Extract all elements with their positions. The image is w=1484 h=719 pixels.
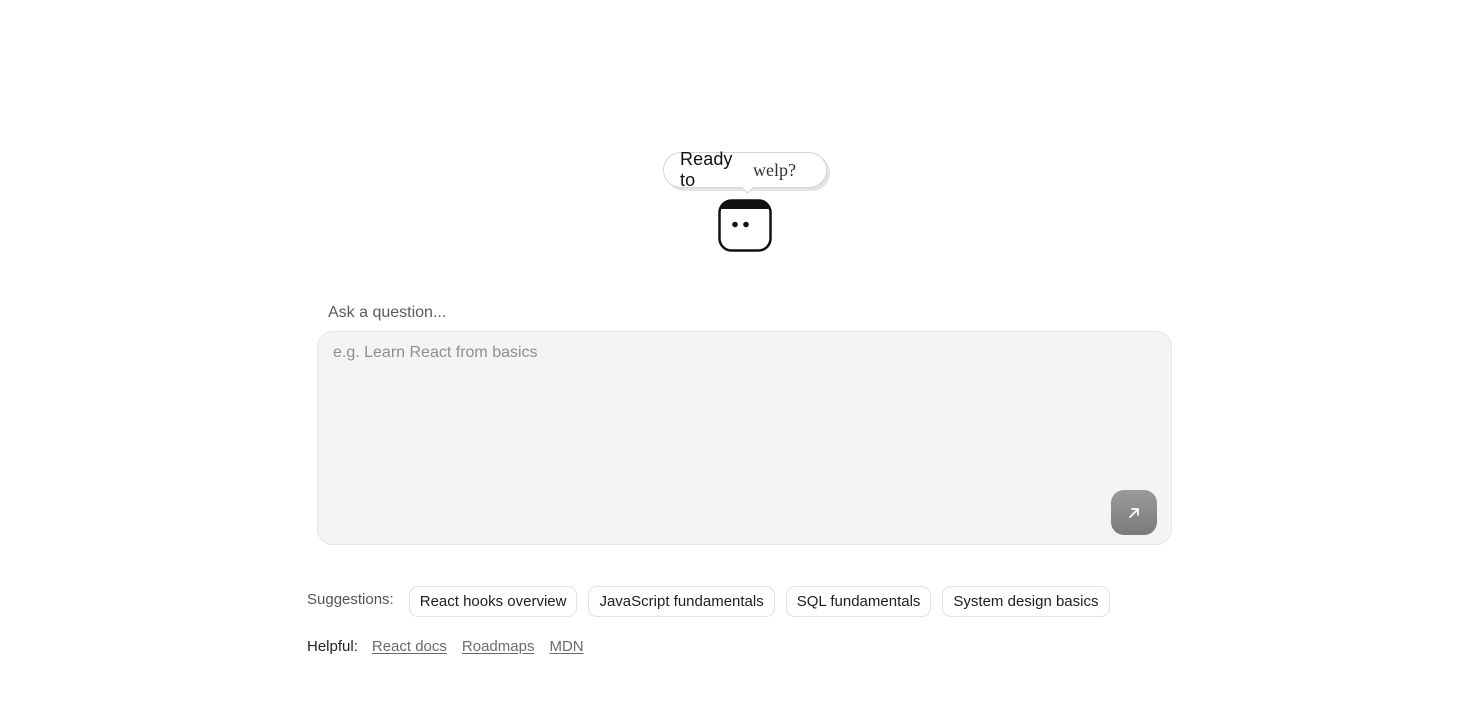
suggestion-chip-react-hooks[interactable]: React hooks overview	[408, 586, 578, 617]
page: Ready to welp? Ask a question... Suggest…	[0, 0, 1484, 719]
link-mdn[interactable]: MDN	[549, 638, 583, 655]
link-react-docs[interactable]: React docs	[372, 638, 447, 655]
send-button[interactable]	[1111, 490, 1157, 535]
suggestion-chip-javascript[interactable]: JavaScript fundamentals	[588, 586, 775, 617]
arrow-up-right-icon	[1129, 507, 1139, 518]
greeting-prefix: Ready to	[680, 149, 733, 190]
suggestion-chip-sql[interactable]: SQL fundamentals	[785, 586, 932, 617]
link-roadmaps[interactable]: Roadmaps	[462, 638, 535, 655]
robot-face-icon	[718, 199, 772, 252]
question-label: Ask a question...	[328, 304, 447, 321]
question-box	[317, 331, 1172, 545]
suggestion-chip-system-design[interactable]: System design basics	[942, 586, 1110, 617]
greeting-word: welp?	[753, 159, 796, 180]
greeting-bubble: Ready to welp?	[663, 149, 827, 194]
question-input[interactable]	[318, 332, 1171, 544]
suggestions-label: Suggestions:	[307, 591, 394, 608]
suggestions-row: Suggestions: React hooks overview JavaSc…	[307, 586, 1121, 617]
helpful-links-row: Helpful: React docs Roadmaps MDN	[307, 638, 599, 655]
helpful-label: Helpful:	[307, 638, 358, 655]
